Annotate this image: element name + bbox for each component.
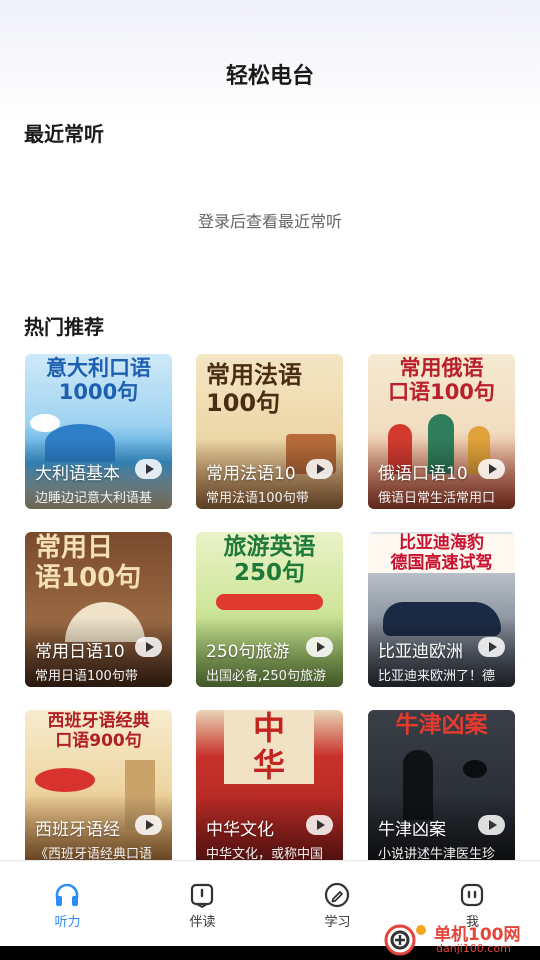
hot-item-name: 中华文化 bbox=[206, 820, 274, 840]
tab-label: 听力 bbox=[54, 915, 81, 930]
hot-item-name: 俄语口语10 bbox=[378, 464, 468, 484]
play-icon[interactable] bbox=[135, 459, 162, 479]
cover-title: 意大利口语 1000句 bbox=[46, 356, 151, 405]
hot-item-subtitle: 俄语日常生活常用口 bbox=[378, 491, 496, 506]
hot-item-card[interactable]: 意大利口语 1000句 大利语基本 边睡边记意大利语基 bbox=[25, 354, 172, 509]
cover-title: 比亚迪海豹 德国高速试驾 bbox=[368, 533, 515, 574]
hot-item-card[interactable]: 比亚迪海豹 德国高速试驾 比亚迪欧洲 比亚迪来欧洲了！德 bbox=[368, 532, 515, 687]
hot-item-card[interactable]: 旅游英语 250句 250句旅游 出国必备,250句旅游 bbox=[196, 532, 343, 687]
book-icon bbox=[190, 883, 214, 909]
cover-title: 旅游英语 250句 bbox=[223, 534, 316, 587]
play-icon[interactable] bbox=[478, 459, 505, 479]
play-icon[interactable] bbox=[306, 815, 333, 835]
cover-title: 常用日 语100句 bbox=[35, 533, 142, 593]
headphones-icon bbox=[55, 883, 79, 906]
crow-illustration bbox=[463, 760, 487, 778]
cover-title: 牛津凶案 bbox=[395, 712, 488, 738]
hot-item-name: 大利语基本 bbox=[35, 464, 120, 484]
watermark-url: danji100.com bbox=[436, 942, 511, 955]
sombrero-illustration bbox=[35, 768, 95, 792]
hot-item-subtitle: 出国必备,250句旅游 bbox=[206, 669, 326, 684]
hot-item-card[interactable]: 常用俄语 口语100句 俄语口语10 俄语日常生活常用口 bbox=[368, 354, 515, 509]
hot-item-subtitle: 比亚迪来欧洲了！德 bbox=[378, 669, 496, 684]
hot-item-card[interactable]: 常用法语 100句 常用法语10 常用法语100句带 bbox=[196, 354, 343, 509]
recent-empty-hint[interactable]: 登录后查看最近常听 bbox=[0, 208, 540, 232]
tab-listening[interactable]: 听力 bbox=[0, 861, 135, 947]
banner-illustration bbox=[216, 594, 323, 610]
speech-bubble-illustration bbox=[30, 414, 60, 432]
play-icon[interactable] bbox=[306, 637, 333, 657]
hot-item-name: 常用日语10 bbox=[35, 642, 125, 662]
hot-item-name: 常用法语10 bbox=[206, 464, 296, 484]
pencil-icon bbox=[324, 882, 350, 908]
hot-item-name: 250句旅游 bbox=[206, 642, 290, 662]
hot-item-name: 西班牙语经 bbox=[35, 820, 120, 840]
hot-item-name: 比亚迪欧洲 bbox=[378, 642, 463, 662]
hot-item-name: 牛津凶案 bbox=[378, 820, 446, 840]
page-title: 轻松电台 bbox=[225, 64, 314, 89]
play-icon[interactable] bbox=[478, 637, 505, 657]
profile-icon bbox=[460, 883, 484, 907]
hot-item-card[interactable]: 西班牙语经典 口语900句 西班牙语经 《西班牙语经典口语 bbox=[25, 710, 172, 865]
hot-item-subtitle: 边睡边记意大利语基 bbox=[35, 491, 153, 506]
tab-reading[interactable]: 伴读 bbox=[135, 861, 270, 947]
cover-title: 常用法语 100句 bbox=[206, 361, 302, 417]
play-icon[interactable] bbox=[135, 637, 162, 657]
tab-label: 伴读 bbox=[189, 915, 216, 930]
hot-item-subtitle: 常用日语100句带 bbox=[35, 669, 138, 684]
play-icon[interactable] bbox=[306, 459, 333, 479]
hot-item-subtitle: 常用法语100句带 bbox=[206, 491, 309, 506]
cover-title: 常用俄语 口语100句 bbox=[388, 356, 495, 405]
cover-title: 中 华 bbox=[224, 710, 314, 784]
hot-section-title: 热门推荐 bbox=[24, 315, 104, 339]
hot-item-card[interactable]: 牛津凶案 牛津凶案 小说讲述牛津医生珍 bbox=[368, 710, 515, 865]
watermark-logo-icon bbox=[384, 924, 426, 956]
hot-item-card[interactable]: 中 华 中华文化 中华文化，或称中国 bbox=[196, 710, 343, 865]
watermark: 单机100网 danji100.com bbox=[384, 918, 534, 960]
hot-item-card[interactable]: 常用日 语100句 常用日语10 常用日语100句带 bbox=[25, 532, 172, 687]
play-icon[interactable] bbox=[135, 815, 162, 835]
recent-section-title: 最近常听 bbox=[24, 122, 104, 146]
play-icon[interactable] bbox=[478, 815, 505, 835]
cover-title: 西班牙语经典 口语900句 bbox=[47, 711, 150, 751]
